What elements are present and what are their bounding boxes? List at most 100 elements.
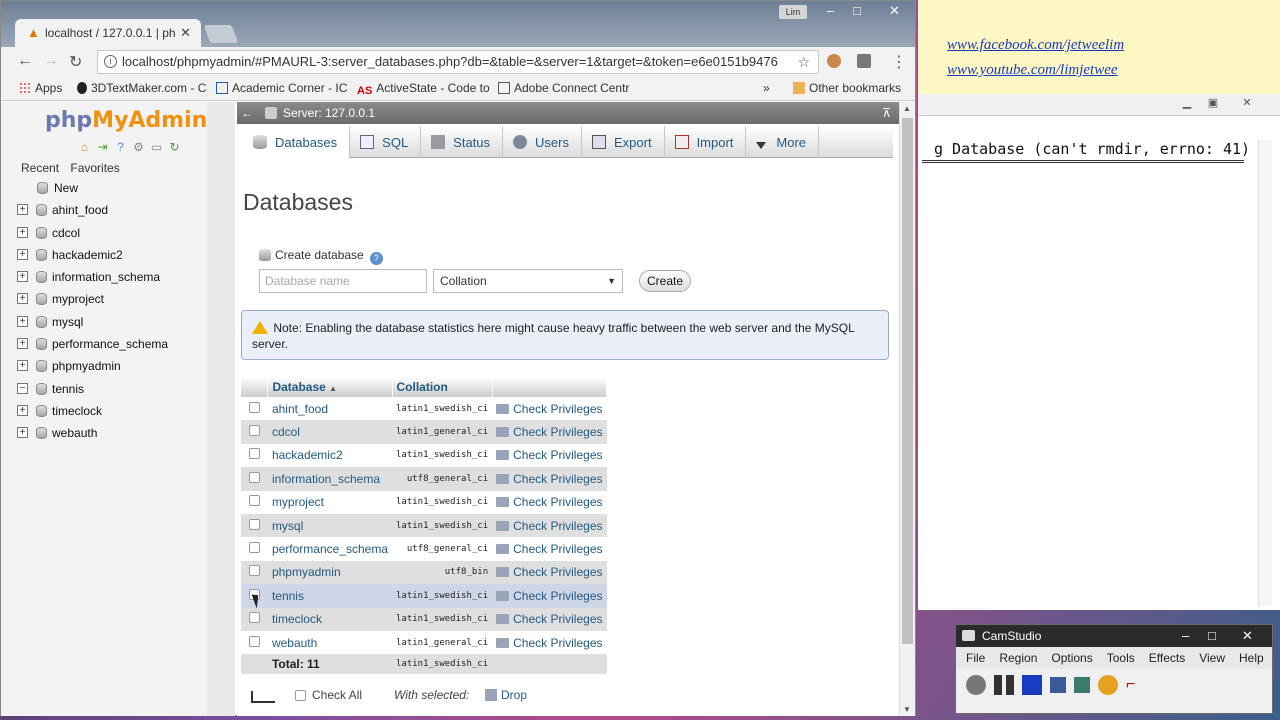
- page-scrollbar[interactable]: ▲ ▼: [899, 102, 915, 716]
- reload-icon[interactable]: ↻: [167, 140, 182, 155]
- database-name-link[interactable]: performance_schema: [267, 537, 392, 561]
- maximize-icon[interactable]: ▣: [1200, 96, 1226, 112]
- close-tab-icon[interactable]: ✕: [180, 19, 191, 47]
- extension-icon[interactable]: [857, 54, 871, 68]
- database-name-input[interactable]: [259, 269, 427, 293]
- check-privileges-link[interactable]: Check Privileges: [492, 397, 607, 421]
- table-row[interactable]: mysql latin1_swedish_ci Check Privileges: [241, 513, 607, 538]
- column-header-database[interactable]: Database ▲: [267, 377, 393, 397]
- collapse-icon[interactable]: −: [17, 382, 28, 394]
- column-header-collation[interactable]: Collation: [392, 377, 493, 397]
- tab-databases[interactable]: Databases: [243, 126, 351, 158]
- tree-item[interactable]: + information_schema: [15, 268, 168, 290]
- row-checkbox-cell[interactable]: [241, 560, 268, 585]
- check-privileges-link[interactable]: Check Privileges: [492, 560, 607, 585]
- server-label[interactable]: Server: 127.0.0.1: [283, 102, 375, 124]
- tree-item[interactable]: + hackademic2: [15, 246, 168, 268]
- check-privileges-link[interactable]: Check Privileges: [492, 467, 607, 491]
- table-row[interactable]: ahint_food latin1_swedish_ci Check Privile…: [241, 397, 607, 421]
- info-icon[interactable]: i: [104, 55, 117, 68]
- row-checkbox-cell[interactable]: [241, 397, 268, 421]
- database-name-link[interactable]: information_schema: [267, 467, 392, 491]
- tab-sql[interactable]: SQL: [350, 126, 422, 158]
- minimize-icon[interactable]: –: [827, 3, 834, 18]
- row-checkbox-cell[interactable]: [241, 490, 268, 514]
- check-privileges-link[interactable]: Check Privileges: [492, 607, 607, 631]
- tab-users[interactable]: Users: [503, 126, 582, 158]
- row-checkbox[interactable]: [248, 471, 260, 483]
- menu-tools[interactable]: Tools: [1107, 651, 1135, 665]
- tree-item[interactable]: + ahint_food: [15, 201, 168, 223]
- row-checkbox-cell[interactable]: [241, 443, 268, 468]
- database-name-link[interactable]: phpmyadmin: [267, 560, 392, 585]
- expand-icon[interactable]: +: [17, 427, 28, 439]
- maximize-icon[interactable]: □: [853, 3, 861, 18]
- nav-resizer[interactable]: [207, 102, 235, 716]
- menu-effects[interactable]: Effects: [1149, 651, 1185, 665]
- tree-item[interactable]: + timeclock: [15, 402, 168, 424]
- create-button[interactable]: Create: [639, 270, 691, 292]
- expand-icon[interactable]: +: [17, 226, 28, 238]
- phpmyadmin-logo[interactable]: phpMyAdmin: [45, 108, 207, 133]
- bookmark-star-icon[interactable]: ☆: [797, 51, 810, 73]
- row-checkbox-cell[interactable]: [241, 607, 268, 631]
- table-row[interactable]: myproject latin1_swedish_ci Check Privileg…: [241, 490, 607, 514]
- annotation-icon[interactable]: [1074, 677, 1090, 693]
- expand-icon[interactable]: +: [17, 338, 28, 350]
- tab-export[interactable]: Export: [582, 126, 665, 158]
- check-all-label[interactable]: Check All: [312, 688, 362, 702]
- close-icon[interactable]: ✕: [1234, 96, 1260, 112]
- help-icon[interactable]: ?: [369, 252, 383, 265]
- row-checkbox[interactable]: [248, 635, 260, 647]
- database-name-link[interactable]: ahint_food: [267, 397, 392, 421]
- row-checkbox[interactable]: [248, 425, 260, 437]
- maximize-icon[interactable]: □: [1208, 625, 1216, 647]
- new-tab-button[interactable]: [203, 25, 239, 43]
- pause-icon[interactable]: [994, 675, 1014, 695]
- bookmark-academic-corner[interactable]: Academic Corner - IC: [216, 81, 347, 95]
- cookie-extension-icon[interactable]: [827, 54, 841, 68]
- forward-icon[interactable]: →: [43, 52, 59, 70]
- tree-item-new[interactable]: New: [15, 179, 168, 201]
- table-row[interactable]: tennis latin1_swedish_ci Check Privileges: [241, 584, 607, 608]
- row-checkbox-cell[interactable]: [241, 420, 268, 444]
- check-privileges-link[interactable]: Check Privileges: [492, 443, 607, 468]
- hide-bar-icon[interactable]: ⊼: [882, 102, 891, 124]
- row-checkbox-cell[interactable]: [241, 630, 268, 655]
- tab-status[interactable]: Status: [421, 126, 504, 158]
- row-checkbox[interactable]: [248, 565, 260, 577]
- database-name-link[interactable]: myproject: [267, 490, 392, 514]
- row-checkbox-cell[interactable]: [241, 513, 268, 538]
- expand-icon[interactable]: +: [17, 360, 28, 372]
- minimize-icon[interactable]: –: [1182, 625, 1189, 647]
- close-icon[interactable]: ✕: [1242, 625, 1253, 647]
- row-checkbox[interactable]: [248, 542, 260, 554]
- check-privileges-link[interactable]: Check Privileges: [492, 537, 607, 561]
- row-checkbox[interactable]: [248, 495, 260, 507]
- menu-options[interactable]: Options: [1051, 651, 1092, 665]
- browser-tab[interactable]: ▲ localhost / 127.0.0.1 | ph ✕: [15, 19, 201, 47]
- row-checkbox[interactable]: [248, 518, 260, 530]
- bookmarks-overflow[interactable]: »: [763, 81, 770, 95]
- tab-import[interactable]: Import: [665, 126, 747, 158]
- record-icon[interactable]: [966, 675, 986, 695]
- bookmark-activestate[interactable]: AS ActiveState - Code to: [357, 81, 490, 97]
- tree-item[interactable]: − tennis: [15, 380, 168, 402]
- database-name-link[interactable]: hackademic2: [267, 443, 392, 468]
- bookmark-adobe-connect[interactable]: Adobe Connect Centr: [498, 81, 629, 95]
- menu-help[interactable]: Help: [1239, 651, 1264, 665]
- table-row[interactable]: information_schema utf8_general_ci Check P…: [241, 467, 607, 491]
- check-all-checkbox[interactable]: [295, 690, 306, 701]
- check-privileges-link[interactable]: Check Privileges: [492, 513, 607, 538]
- database-name-link[interactable]: mysql: [267, 513, 392, 538]
- check-privileges-link[interactable]: Check Privileges: [492, 584, 607, 608]
- menu-file[interactable]: File: [966, 651, 985, 665]
- menu-view[interactable]: View: [1199, 651, 1225, 665]
- tree-item[interactable]: + myproject: [15, 290, 168, 312]
- expand-icon[interactable]: +: [17, 315, 28, 327]
- close-icon[interactable]: ✕: [889, 3, 900, 19]
- stop-icon[interactable]: [1022, 675, 1042, 695]
- row-checkbox-cell[interactable]: [241, 537, 268, 561]
- expand-icon[interactable]: +: [17, 293, 28, 305]
- logout-icon[interactable]: ⇥: [95, 140, 110, 155]
